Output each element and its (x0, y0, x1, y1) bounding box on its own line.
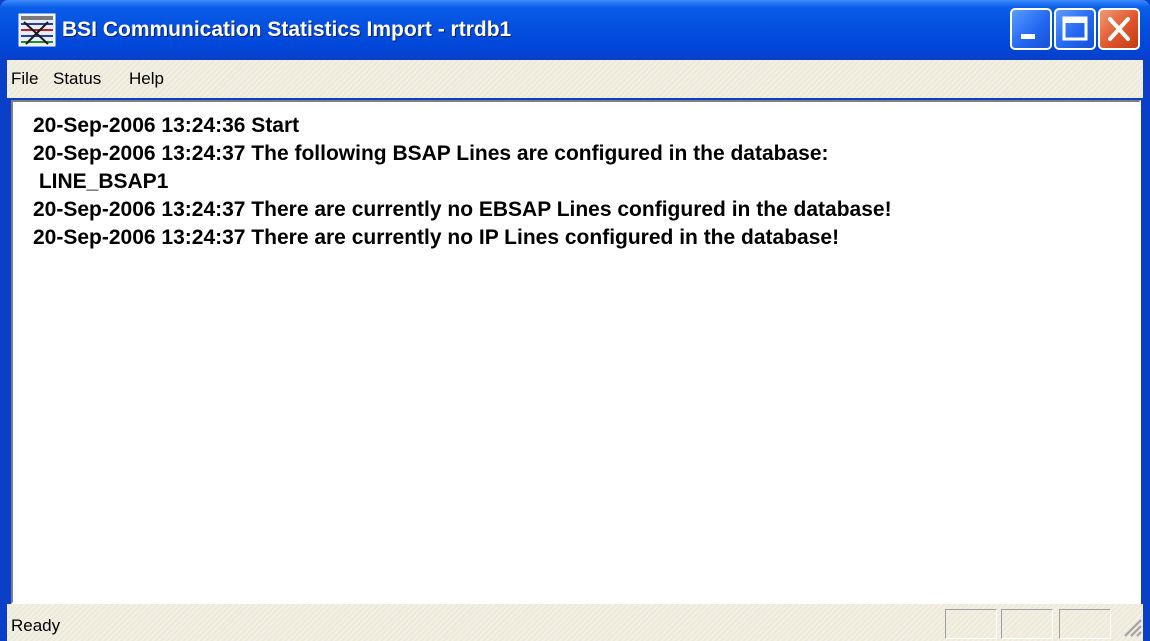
menu-file[interactable]: File (7, 66, 42, 92)
log-line: LINE_BSAP1 (33, 170, 169, 193)
log-line: 20-Sep-2006 13:24:37 The following BSAP … (33, 142, 829, 165)
bsi-network-icon[interactable] (18, 12, 56, 48)
close-button[interactable] (1098, 8, 1140, 50)
maximize-button[interactable] (1054, 8, 1096, 50)
log-line: 20-Sep-2006 13:24:37 There are currently… (33, 226, 840, 249)
app-window: BSI Communication Statistics Import - rt… (0, 0, 1150, 641)
title-bar[interactable]: BSI Communication Statistics Import - rt… (0, 0, 1150, 60)
status-pane (1059, 609, 1111, 639)
status-bar: Ready (7, 604, 1143, 641)
log-line: 20-Sep-2006 13:24:37 There are currently… (33, 198, 892, 221)
status-text: Ready (11, 616, 61, 635)
minimize-button[interactable] (1010, 8, 1052, 50)
status-pane (945, 609, 997, 639)
window-title: BSI Communication Statistics Import - rt… (62, 18, 512, 41)
menu-status[interactable]: Status (49, 66, 105, 92)
status-pane (1001, 609, 1053, 639)
log-view[interactable]: 20-Sep-2006 13:24:36 Start 20-Sep-2006 1… (11, 100, 1141, 604)
resize-grip-icon[interactable] (1123, 616, 1143, 638)
close-icon (1108, 17, 1130, 41)
log-line: 20-Sep-2006 13:24:36 Start (33, 114, 300, 137)
menu-bar: File Status Help (7, 60, 1143, 98)
minimize-icon (1021, 34, 1035, 39)
maximize-icon (1062, 16, 1088, 41)
menu-help[interactable]: Help (125, 66, 168, 92)
